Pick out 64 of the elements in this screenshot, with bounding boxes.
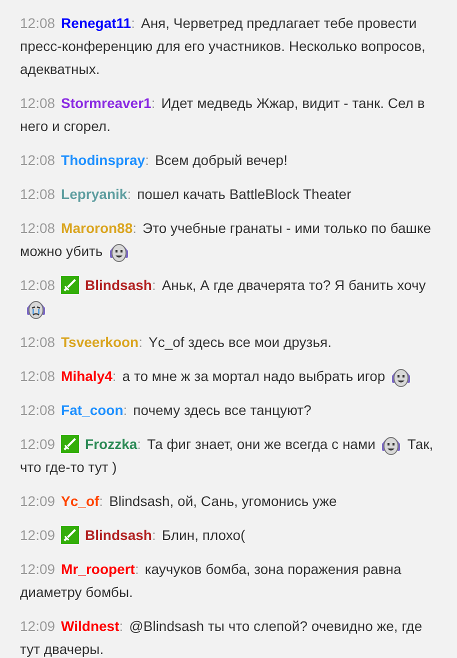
- colon: :: [123, 402, 128, 418]
- timestamp: 12:09: [20, 436, 56, 452]
- username[interactable]: Fat_coon: [61, 402, 124, 418]
- message-text: Блин, плохо(: [162, 527, 246, 543]
- timestamp: 12:09: [20, 493, 56, 509]
- timestamp: 12:09: [20, 618, 56, 634]
- username[interactable]: Maroron88: [61, 220, 133, 236]
- username[interactable]: Wildnest: [61, 618, 120, 634]
- timestamp: 12:08: [20, 402, 56, 418]
- message-text: @Blindsash ты что слепой? очевидно же, где: [129, 618, 422, 634]
- colon: :: [132, 220, 137, 236]
- message-text: а то мне ж за мортал надо выбрать игор: [122, 368, 386, 384]
- username[interactable]: Mr_roopert: [61, 561, 135, 577]
- username[interactable]: Yc_of: [61, 493, 100, 509]
- timestamp: 12:08: [20, 368, 56, 384]
- message-text: можно убить: [20, 243, 103, 259]
- message-text: Всем добрый вечер!: [154, 152, 288, 168]
- timestamp: 12:08: [20, 95, 56, 111]
- message-text: Blindsash, ой, Сань, угомонись уже: [109, 493, 337, 509]
- username[interactable]: Thodinspray: [61, 152, 146, 168]
- username[interactable]: Lepryanik: [61, 186, 128, 202]
- timestamp: 12:08: [20, 186, 56, 202]
- message-text: Так,: [407, 436, 434, 452]
- colon: :: [134, 561, 139, 577]
- username[interactable]: Blindsash: [85, 277, 152, 293]
- username[interactable]: Frozzka: [85, 436, 138, 452]
- message-text: что где-то тут ): [20, 459, 117, 475]
- colon: :: [131, 15, 135, 31]
- username[interactable]: Tsveerkoon: [61, 334, 139, 350]
- timestamp: 12:08: [20, 152, 56, 168]
- username[interactable]: Stormreaver1: [61, 95, 152, 111]
- message-text: пошел качать BattleBlock Theater: [137, 186, 352, 202]
- message-text: пресс-конференцию для его участников. Несколько вопросов,: [20, 38, 426, 54]
- message-text: Та фиг знает, они же всегда с нами: [147, 436, 376, 452]
- timestamp: 12:08: [20, 334, 56, 350]
- colon: :: [127, 186, 132, 202]
- message-text: Это учебные гранаты - ими только по башке: [142, 220, 432, 236]
- message-text: него и сгорел.: [20, 118, 110, 134]
- timestamp: 12:08: [20, 277, 56, 293]
- message-text: адекватных.: [20, 61, 100, 77]
- message-text: каучуков бомба, зона поражения равна: [144, 561, 402, 577]
- colon: :: [119, 618, 124, 634]
- username[interactable]: Mihaly4: [61, 368, 112, 384]
- message-text: Yc_of здесь все мои друзья.: [148, 334, 332, 350]
- colon: :: [99, 493, 104, 509]
- message-text: Аньк, А где двачерята то? Я банить хочу: [162, 277, 426, 293]
- message-text: диаметру бомбы.: [20, 584, 133, 600]
- colon: :: [138, 334, 142, 350]
- colon: :: [152, 527, 156, 543]
- message-text: тут двачеры.: [20, 641, 104, 657]
- username[interactable]: Blindsash: [85, 527, 152, 543]
- timestamp: 12:09: [20, 527, 56, 543]
- timestamp: 12:08: [20, 220, 56, 236]
- message-text: почему здесь все танцуют?: [133, 402, 312, 418]
- timestamp: 12:09: [20, 561, 56, 577]
- timestamp: 12:08: [20, 15, 56, 31]
- username[interactable]: Renegat11: [61, 15, 132, 31]
- colon: :: [112, 368, 116, 384]
- colon: :: [145, 152, 149, 168]
- colon: :: [151, 95, 156, 111]
- colon: :: [152, 277, 156, 293]
- message-text: Идет медведь Жжар, видит - танк. Сел в: [161, 95, 425, 111]
- colon: :: [137, 436, 142, 452]
- message-text: Аня, Черветред предлагает тебе провести: [140, 15, 417, 31]
